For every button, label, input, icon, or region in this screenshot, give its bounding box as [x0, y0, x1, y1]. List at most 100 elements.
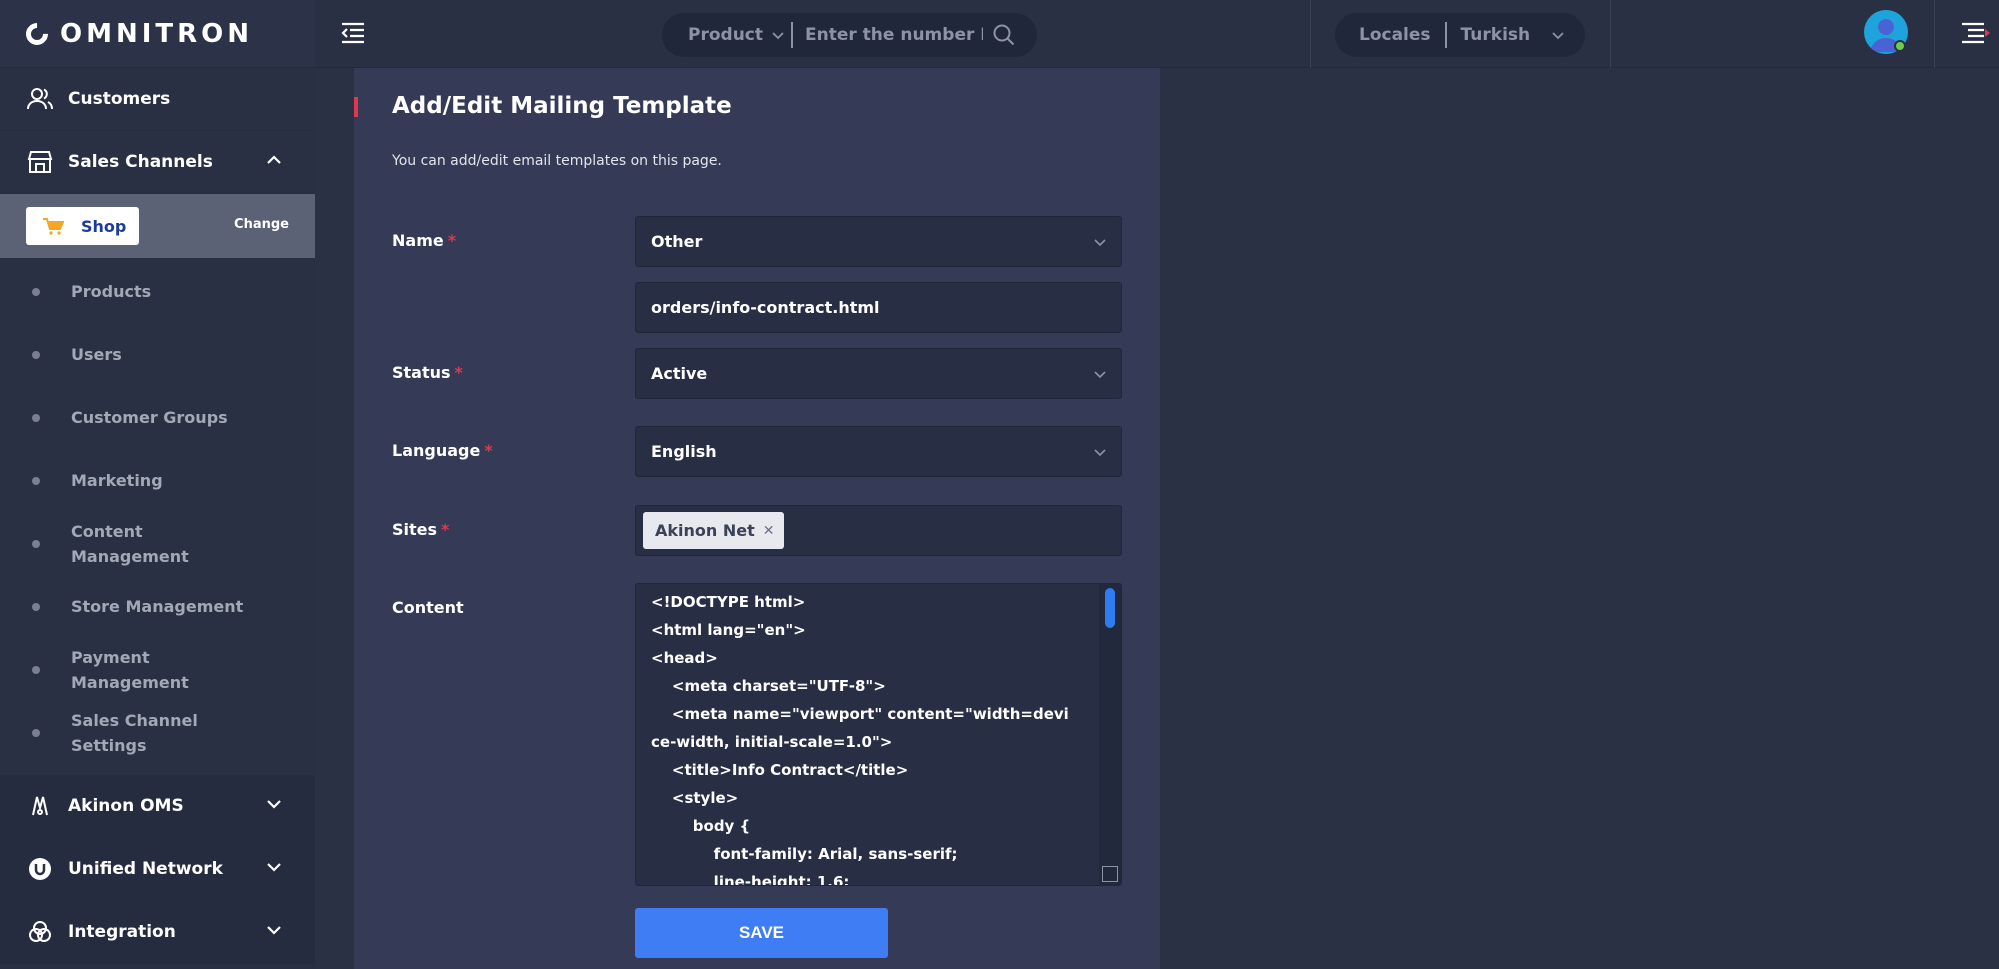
label-text: Content: [392, 598, 464, 617]
sidebar-item-label: Customers: [68, 89, 171, 109]
site-tag: Akinon Net ✕: [643, 512, 785, 549]
store-icon: [26, 148, 54, 176]
name-label: Name *: [392, 231, 456, 250]
sidebar-item-sales-channel-settings[interactable]: Sales Channel Settings: [0, 701, 315, 764]
search-scope-label: Product: [688, 25, 763, 45]
language-select-value: English: [651, 442, 717, 461]
search-scope-select[interactable]: Product: [662, 25, 791, 45]
change-channel-link[interactable]: Change: [234, 217, 289, 232]
sidebar-item-label: Products: [71, 282, 152, 301]
content-label: Content: [392, 598, 464, 617]
required-mark: *: [447, 231, 457, 250]
sidebar-item-label: Users: [71, 345, 122, 364]
remove-tag-icon[interactable]: ✕: [763, 523, 775, 539]
oms-icon: [26, 792, 54, 820]
chevron-up-icon[interactable]: [265, 151, 283, 169]
sidebar-item-marketing[interactable]: Marketing: [0, 449, 315, 512]
sidebar-item-customer-groups[interactable]: Customer Groups: [0, 386, 315, 449]
bullet-icon: [32, 413, 40, 422]
sidebar-item-unified-network[interactable]: Unified Network: [0, 838, 315, 901]
save-button[interactable]: SAVE: [635, 908, 888, 958]
language-select[interactable]: English: [635, 426, 1122, 477]
chevron-down-icon: [1094, 239, 1106, 247]
locale-value: Turkish: [1460, 25, 1531, 45]
sidebar-item-label: Sales Channel Settings: [71, 710, 198, 755]
sidebar-bottom-nav: Akinon OMS Unified Network Integration: [0, 775, 315, 964]
shop-button[interactable]: Shop: [26, 207, 139, 245]
sidebar-item-label: Payment Management: [71, 647, 189, 692]
locales-label: Locales: [1359, 25, 1431, 45]
status-select-value: Active: [651, 364, 708, 383]
chevron-down-icon: [772, 32, 784, 40]
name-select[interactable]: Other: [635, 216, 1122, 267]
bullet-icon: [32, 287, 40, 296]
sidebar-item-label: Akinon OMS: [68, 796, 184, 816]
divider: [1610, 0, 1611, 68]
divider: [1310, 0, 1311, 68]
sidebar-item-customers[interactable]: Customers: [0, 68, 315, 131]
sidebar-item-label: Marketing: [71, 471, 163, 490]
chevron-down-icon: [1094, 449, 1106, 457]
sidebar-item-products[interactable]: Products: [0, 260, 315, 323]
label-text: Language: [392, 441, 481, 460]
menu-icon[interactable]: [1960, 22, 1990, 44]
sidebar-item-store-management[interactable]: Store Management: [0, 575, 315, 638]
global-search: Product Enter the number P...: [662, 13, 1037, 57]
chevron-down-icon[interactable]: [265, 858, 283, 876]
search-input[interactable]: Enter the number P...: [793, 25, 983, 45]
sidebar-item-sales-channels[interactable]: Sales Channels: [0, 131, 315, 194]
content-code: <!DOCTYPE html> <html lang="en"> <head> …: [651, 593, 1069, 886]
status-select[interactable]: Active: [635, 348, 1122, 399]
sidebar-item-integration[interactable]: Integration: [0, 901, 315, 964]
sidebar-item-users[interactable]: Users: [0, 323, 315, 386]
active-channel-row: Shop Change: [0, 194, 315, 258]
sales-channel-submenu: Products Users Customer Groups Marketing…: [0, 258, 315, 764]
sidebar-item-akinon-oms[interactable]: Akinon OMS: [0, 775, 315, 838]
shop-label: Shop: [81, 216, 127, 236]
bullet-icon: [32, 602, 40, 611]
sidebar-item-label: Integration: [68, 922, 176, 942]
required-mark: *: [454, 363, 463, 382]
sidebar-item-content-management[interactable]: Content Management: [0, 512, 230, 575]
sidebar-item-label: Store Management: [71, 597, 244, 616]
sidebar-item-payment-management[interactable]: Payment Management: [0, 638, 315, 701]
users-icon: [26, 85, 54, 113]
chevron-down-icon[interactable]: [265, 795, 283, 813]
resize-handle-icon[interactable]: [1102, 866, 1118, 882]
page-title: Add/Edit Mailing Template: [392, 93, 732, 119]
content-textarea[interactable]: <!DOCTYPE html> <html lang="en"> <head> …: [635, 583, 1122, 886]
sidebar-item-label: Content Management: [71, 521, 189, 566]
bullet-icon: [32, 539, 40, 548]
sidebar-item-label: Sales Channels: [68, 152, 213, 172]
site-tag-label: Akinon Net: [655, 521, 755, 540]
name-select-value: Other: [651, 232, 703, 251]
locale-selector[interactable]: Locales Turkish: [1335, 13, 1585, 57]
omnitron-logo-icon: [21, 17, 53, 50]
status-label: Status *: [392, 363, 463, 382]
online-status-icon: [1894, 40, 1906, 52]
top-bar: [315, 0, 1999, 68]
required-mark: *: [484, 441, 493, 460]
template-path-value: orders/info-contract.html: [651, 298, 880, 317]
integration-icon: [26, 918, 54, 946]
scrollbar-thumb[interactable]: [1105, 588, 1115, 628]
label-text: Sites: [392, 520, 438, 539]
unified-network-icon: [26, 855, 54, 883]
sites-multiselect[interactable]: Akinon Net ✕: [635, 505, 1122, 556]
divider: [1934, 0, 1935, 68]
collapse-sidebar-icon[interactable]: [340, 22, 366, 44]
bullet-icon: [32, 350, 40, 359]
chevron-down-icon[interactable]: [265, 921, 283, 939]
bullet-icon: [32, 476, 40, 485]
brand-name: OMNITRON: [60, 18, 254, 49]
label-text: Status: [392, 363, 451, 382]
language-label: Language *: [392, 441, 493, 460]
chevron-down-icon: [1552, 32, 1564, 40]
cart-icon: [43, 218, 64, 235]
content-scrollbar[interactable]: [1099, 584, 1121, 885]
label-text: Name: [392, 231, 444, 250]
page-description: You can add/edit email templates on this…: [392, 153, 722, 169]
search-icon[interactable]: [993, 24, 1015, 46]
brand-logo[interactable]: OMNITRON: [0, 0, 315, 68]
template-path-input[interactable]: orders/info-contract.html: [635, 282, 1122, 333]
